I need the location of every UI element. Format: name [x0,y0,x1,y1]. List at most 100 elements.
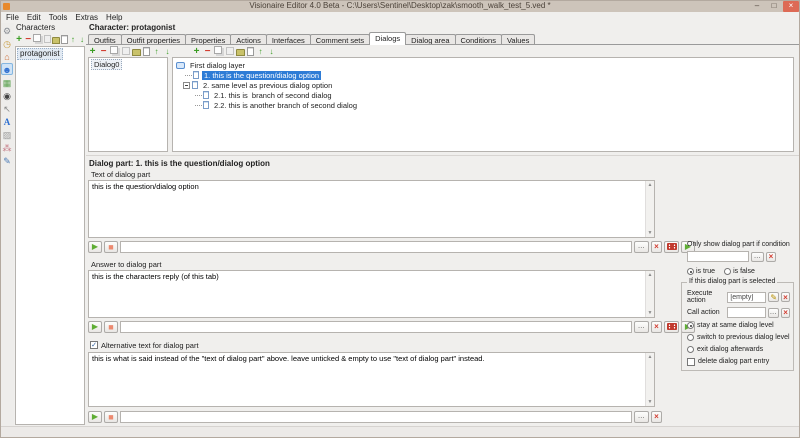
tab-conditions[interactable]: Conditions [455,34,502,45]
tab-dialog-area[interactable]: Dialog area [405,34,455,45]
close-button[interactable]: × [783,1,799,12]
character-list-item[interactable]: protagonist [17,48,63,60]
is-true-option[interactable]: is true [687,268,715,275]
menu-help[interactable]: Help [102,12,126,23]
browse-button[interactable]: … [634,241,649,253]
characters-icon[interactable]: ☻ [1,63,13,75]
execute-action-clear-button[interactable]: × [781,292,790,302]
clone-icon[interactable] [226,47,234,55]
dialogs-list[interactable]: Dialog0 [88,57,168,152]
call-action-clear-button[interactable]: × [781,308,790,318]
clear-button[interactable]: × [651,321,662,333]
condition-browse-button[interactable]: … [751,252,764,262]
paste-icon[interactable] [247,47,254,56]
scrollbar[interactable]: ▲▼ [645,271,654,317]
tab-dialogs[interactable]: Dialogs [369,32,406,45]
add-dialog-button[interactable]: + [88,46,97,57]
sound-file-input[interactable] [120,241,632,253]
edit-action-icon[interactable]: ✎ [768,292,779,302]
clear-button[interactable]: × [651,411,662,423]
delete-entry-checkbox[interactable] [687,358,695,366]
tab-values[interactable]: Values [501,34,535,45]
copy-icon[interactable] [52,37,60,44]
delete-entry-option[interactable]: delete dialog part entry [687,357,790,366]
is-false-option[interactable]: is false [724,268,755,275]
video-button[interactable] [664,321,679,333]
radio-icon[interactable] [687,346,694,353]
clone-icon[interactable] [44,35,51,43]
scroll-down-icon[interactable]: ▼ [648,399,653,405]
remove-dialog-part-button[interactable]: − [203,46,212,57]
move-up-button[interactable]: ↑ [152,46,161,57]
exit-dialog-option[interactable]: exit dialog afterwards [687,345,790,354]
play-sound-button[interactable]: ▶ [88,411,102,423]
move-up-button[interactable]: ↑ [69,34,77,45]
tree-row-root[interactable]: First dialog layer [176,60,793,70]
move-down-button[interactable]: ↓ [163,46,172,57]
browse-button[interactable]: … [634,321,649,333]
add-character-button[interactable]: + [15,34,23,45]
remove-character-button[interactable]: − [24,34,32,45]
items-icon[interactable]: ◉ [1,89,13,101]
duplicate-icon[interactable] [33,34,40,42]
move-part-down-button[interactable]: ↓ [267,46,276,57]
particles-icon[interactable]: ⁂ [1,141,13,153]
tree-row-2-1[interactable]: 2.1. this is branch of second dialog [195,90,793,100]
tree-label-selected[interactable]: 1. this is the question/dialog option [202,71,321,80]
alternative-text-input[interactable]: this is what is said instead of the "tex… [89,353,654,406]
answer-input[interactable]: this is the characters reply (of this ta… [89,271,654,317]
menu-extras[interactable]: Extras [71,12,102,23]
text-of-dialog-part-input[interactable]: this is the question/dialog option [89,181,654,237]
interfaces-icon[interactable]: ▦ [1,76,13,88]
tab-outfit-properties[interactable]: Outfit properties [121,34,186,45]
video-button[interactable] [664,241,679,253]
stop-sound-button[interactable]: ■ [104,411,118,423]
settings-icon[interactable]: ⚙ [1,24,13,36]
tree-label[interactable]: 2.1. this is branch of second dialog [212,91,334,100]
radio-icon[interactable] [724,268,731,275]
sound-file-input[interactable] [120,411,632,423]
condition-input[interactable] [687,251,749,262]
duplicate-icon[interactable] [214,46,222,54]
tab-outfits[interactable]: Outfits [88,34,122,45]
fonts-icon[interactable]: A [1,115,13,127]
sound-file-input[interactable] [120,321,632,333]
scroll-down-icon[interactable]: ▼ [648,310,653,316]
scroll-up-icon[interactable]: ▲ [648,182,653,188]
add-dialog-part-button[interactable]: + [192,46,201,57]
scroll-up-icon[interactable]: ▲ [648,354,653,360]
duplicate-icon[interactable] [110,46,118,54]
scroll-down-icon[interactable]: ▼ [648,230,653,236]
menu-edit[interactable]: Edit [23,12,45,23]
menu-file[interactable]: File [2,12,23,23]
clone-icon[interactable] [122,47,130,55]
tab-comment-sets[interactable]: Comment sets [310,34,370,45]
tree-row-2[interactable]: 2. same level as previous dialog option [183,80,793,90]
move-down-button[interactable]: ↓ [78,34,86,45]
radio-icon[interactable] [687,268,694,275]
play-sound-button[interactable]: ▶ [88,321,102,333]
tree-label[interactable]: 2. same level as previous dialog option [201,81,334,90]
tree-label[interactable]: 2.2. this is another branch of second di… [212,101,359,110]
cursors-icon[interactable]: ↖ [1,102,13,114]
condition-clear-button[interactable]: × [766,252,776,262]
stop-sound-button[interactable]: ■ [104,241,118,253]
dialog-list-item[interactable]: Dialog0 [91,59,122,70]
call-action-input[interactable] [727,307,766,318]
tree-row-1[interactable]: 1. this is the question/dialog option [185,70,793,80]
remove-dialog-button[interactable]: − [99,46,108,57]
maximize-button[interactable]: □ [766,1,782,12]
menu-tools[interactable]: Tools [45,12,72,23]
browse-button[interactable]: … [634,411,649,423]
minimize-button[interactable]: – [749,1,765,12]
images-icon[interactable]: ▨ [1,128,13,140]
call-action-browse-button[interactable]: … [768,308,779,318]
scrollbar[interactable]: ▲▼ [645,353,654,406]
alternative-text-checkbox[interactable]: ✓ [90,341,98,349]
radio-icon[interactable] [687,322,694,329]
clear-button[interactable]: × [651,241,662,253]
scrollbar[interactable]: ▲▼ [645,181,654,237]
play-sound-button[interactable]: ▶ [88,241,102,253]
tree-label[interactable]: First dialog layer [188,61,247,70]
copy-icon[interactable] [132,49,141,56]
